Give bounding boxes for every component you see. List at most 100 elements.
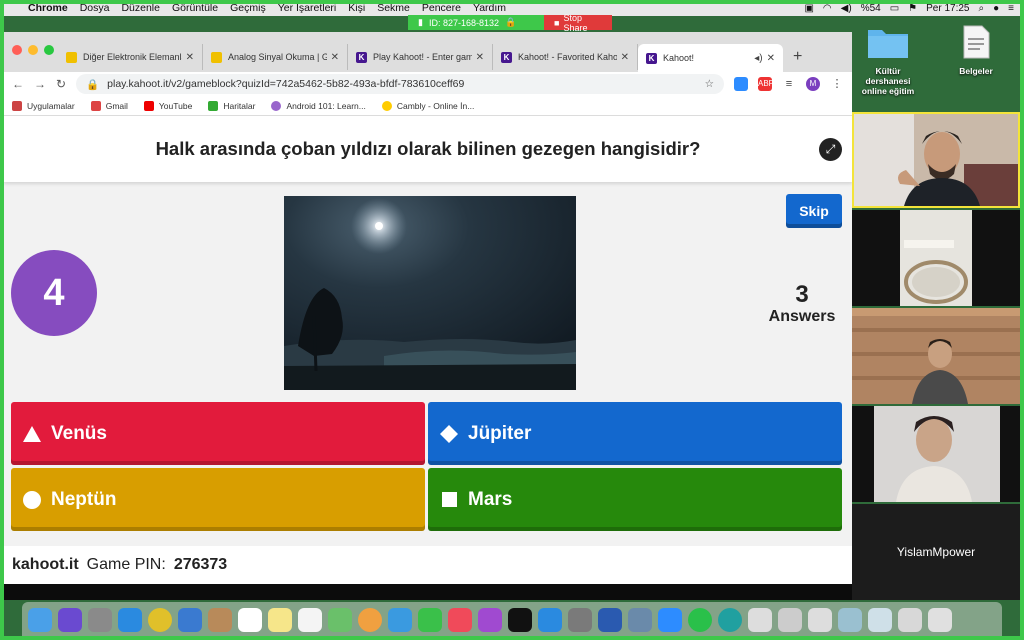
video-tile-participant-4[interactable]: [852, 406, 1020, 502]
podcasts-icon[interactable]: [478, 608, 502, 632]
safari-icon[interactable]: [118, 608, 142, 632]
menu-app-name[interactable]: Chrome: [28, 2, 68, 14]
answer-option-red[interactable]: Venüs: [11, 402, 425, 465]
answer-option-yellow[interactable]: Neptün: [11, 468, 425, 531]
menu-history[interactable]: Geçmiş: [230, 2, 266, 14]
back-icon[interactable]: ←: [12, 77, 24, 91]
screenshot-icon[interactable]: [628, 608, 652, 632]
photos-icon[interactable]: [358, 608, 382, 632]
app-store-icon[interactable]: [538, 608, 562, 632]
new-tab-button[interactable]: +: [793, 48, 802, 66]
desktop-folder[interactable]: Kültür dershanesi online eğitim: [852, 24, 924, 96]
maps-icon[interactable]: [328, 608, 352, 632]
address-bar[interactable]: 🔒 play.kahoot.it/v2/gameblock?quizId=742…: [76, 74, 724, 94]
url-text[interactable]: play.kahoot.it/v2/gameblock?quizId=742a5…: [107, 78, 464, 90]
battery-percent[interactable]: %54: [861, 3, 881, 14]
desktop-documents[interactable]: Belgeler: [940, 24, 1012, 76]
notes-icon[interactable]: [268, 608, 292, 632]
participant-name: YislamMpower: [896, 545, 976, 559]
system-preferences-icon[interactable]: [568, 608, 592, 632]
messages-icon[interactable]: [388, 608, 412, 632]
profile-avatar[interactable]: M: [806, 77, 820, 91]
video-tile-name-only[interactable]: YislamMpower: [852, 504, 1020, 600]
volume-icon[interactable]: ◀): [841, 3, 852, 14]
launchpad-icon[interactable]: [88, 608, 112, 632]
menu-edit[interactable]: Düzenle: [121, 2, 160, 14]
adblock-extension-icon[interactable]: ABP: [758, 77, 774, 91]
menu-file[interactable]: Dosya: [80, 2, 110, 14]
calendar-icon[interactable]: [238, 608, 262, 632]
document-icon: [940, 24, 1012, 62]
close-tab-icon[interactable]: ✕: [767, 53, 775, 64]
browser-tab-active[interactable]: K Kahoot! ◂) ✕: [638, 44, 783, 72]
zoom-extension-icon[interactable]: [734, 77, 748, 91]
video-tile-participant-3[interactable]: [852, 308, 1020, 404]
video-tile-host[interactable]: [852, 112, 1020, 208]
tv-icon[interactable]: [508, 608, 532, 632]
wifi-icon[interactable]: ◠: [823, 3, 832, 14]
media-control-icon[interactable]: ≡: [782, 77, 796, 91]
close-tab-icon[interactable]: ✕: [621, 52, 629, 63]
fullscreen-icon[interactable]: ⤢: [819, 138, 842, 161]
contacts-icon[interactable]: [208, 608, 232, 632]
menu-list-icon[interactable]: ≡: [1008, 3, 1014, 14]
browser-tab-4[interactable]: K Kahoot! - Favorited Kahoo ✕: [493, 44, 638, 70]
more-menu-icon[interactable]: ⋮: [830, 77, 844, 91]
arduino-icon[interactable]: [718, 608, 742, 632]
bookmark-cambly[interactable]: Cambly - Online İn...: [381, 100, 474, 111]
reminders-icon[interactable]: [298, 608, 322, 632]
bookmark-android[interactable]: Android 101: Learn...: [271, 100, 366, 111]
game-footer: kahoot.it Game PIN: 276373: [4, 546, 852, 584]
facetime-icon[interactable]: [418, 608, 442, 632]
maximize-window-button[interactable]: [44, 45, 54, 55]
trash-icon[interactable]: [928, 608, 952, 632]
minimize-window-button[interactable]: [28, 45, 38, 55]
audio-icon[interactable]: ◂): [754, 53, 762, 64]
clock[interactable]: Per 17:25: [926, 3, 969, 14]
menu-bookmarks[interactable]: Yer İşaretleri: [278, 2, 337, 14]
bookmark-youtube[interactable]: YouTube: [143, 100, 192, 111]
window-thumbnail-icon[interactable]: [898, 608, 922, 632]
siri-icon[interactable]: ●: [993, 3, 999, 14]
music-icon[interactable]: [448, 608, 472, 632]
browser-tab-1[interactable]: Diğer Elektronik Elemanlar ✕: [58, 44, 203, 70]
video-tile-participant-2[interactable]: [852, 210, 1020, 306]
menu-people[interactable]: Kişi: [348, 2, 365, 14]
menu-help[interactable]: Yardım: [473, 2, 506, 14]
document-thumbnail-icon[interactable]: [748, 608, 772, 632]
preview-icon[interactable]: [178, 608, 202, 632]
word-icon[interactable]: [598, 608, 622, 632]
close-window-button[interactable]: [12, 45, 22, 55]
menu-window[interactable]: Pencere: [422, 2, 461, 14]
siri-icon[interactable]: [58, 608, 82, 632]
whatsapp-icon[interactable]: [688, 608, 712, 632]
document-thumbnail-icon[interactable]: [778, 608, 802, 632]
forward-icon[interactable]: →: [34, 77, 46, 91]
bookmark-apps[interactable]: Uygulamalar: [12, 100, 75, 111]
battery-icon[interactable]: ▭: [890, 3, 899, 14]
close-tab-icon[interactable]: ✕: [186, 52, 194, 63]
chrome-icon[interactable]: [148, 608, 172, 632]
flag-icon[interactable]: ⚑: [908, 3, 917, 14]
answer-option-green[interactable]: Mars: [428, 468, 842, 531]
close-tab-icon[interactable]: ✕: [476, 52, 484, 63]
reload-icon[interactable]: ↻: [56, 77, 66, 91]
zoom-icon[interactable]: [658, 608, 682, 632]
bookmark-maps[interactable]: Haritalar: [208, 100, 255, 111]
document-thumbnail-icon[interactable]: [808, 608, 832, 632]
browser-tab-2[interactable]: Analog Sinyal Okuma | Ge ✕: [203, 44, 348, 70]
menu-view[interactable]: Görüntüle: [172, 2, 218, 14]
finder-icon[interactable]: [28, 608, 52, 632]
close-tab-icon[interactable]: ✕: [331, 52, 339, 63]
window-thumbnail-icon[interactable]: [838, 608, 862, 632]
menu-tab[interactable]: Sekme: [377, 2, 410, 14]
status-icon[interactable]: ▣: [804, 3, 813, 14]
search-icon[interactable]: ⌕: [979, 3, 985, 14]
bookmark-star-icon[interactable]: ☆: [705, 78, 714, 90]
window-thumbnail-icon[interactable]: [868, 608, 892, 632]
browser-tab-3[interactable]: K Play Kahoot! - Enter game ✕: [348, 44, 493, 70]
bookmark-gmail[interactable]: Gmail: [90, 100, 128, 111]
skip-button[interactable]: Skip: [786, 194, 842, 228]
answer-option-blue[interactable]: Jüpiter: [428, 402, 842, 465]
stop-share-button[interactable]: ■ Stop Share: [544, 13, 612, 33]
